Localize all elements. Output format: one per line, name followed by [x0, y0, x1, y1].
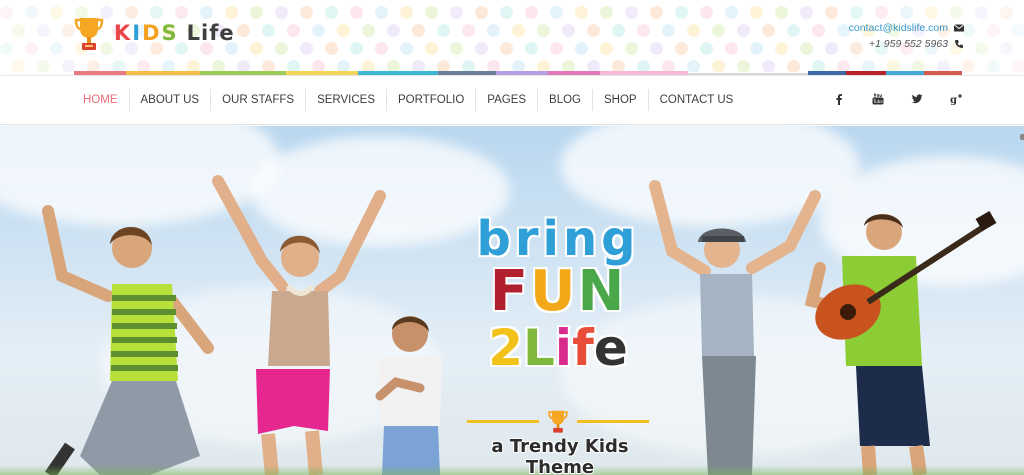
youtube-link[interactable]: Tube: [872, 93, 884, 105]
main-menu: HOME ABOUT US OUR STAFFS SERVICES PORTFOLIO P…: [72, 89, 744, 111]
kid-girl-striped: [42, 205, 214, 475]
hero-subtitle: a Trendy Kids Theme: [491, 436, 629, 475]
contact-email-link[interactable]: contact@kidslife.com: [849, 20, 948, 36]
svg-text:Tube: Tube: [872, 99, 883, 104]
tagline-letter: f: [572, 319, 594, 377]
trophy-icon: [74, 18, 104, 50]
nav-item-services[interactable]: SERVICES: [306, 89, 388, 111]
hero-tagline: bring FUN 2Life: [458, 214, 658, 376]
contact-info: contact@kidslife.com +1 959 552 5963: [849, 20, 964, 52]
trophy-icon: [548, 410, 568, 433]
nav-item-shop[interactable]: SHOP: [593, 89, 649, 111]
logo-kids: KIDS: [114, 21, 179, 45]
site-logo[interactable]: KIDS Life: [74, 14, 235, 52]
divider-line-left: [467, 420, 539, 423]
logo-letter: I: [132, 21, 143, 45]
nav-item-blog[interactable]: BLOG: [538, 89, 594, 111]
twitter-link[interactable]: [911, 93, 923, 105]
facebook-link[interactable]: [833, 93, 845, 105]
hero-slider: bring FUN 2Life a Trendy Kids Theme: [0, 126, 1024, 475]
twitter-icon: [911, 94, 923, 104]
tagline-divider: [467, 410, 649, 433]
slider-scroll-handle[interactable]: [1020, 134, 1024, 140]
tagline-letter: i: [554, 319, 573, 377]
nav-item-our-staffs[interactable]: OUR STAFFS: [211, 89, 307, 111]
nav-item-home[interactable]: HOME: [72, 89, 130, 111]
facebook-icon: [836, 94, 842, 105]
social-links: Tube g: [833, 93, 962, 105]
contact-phone: +1 959 552 5963: [868, 38, 948, 50]
kid-boy-white-shirt: [375, 316, 442, 475]
youtube-icon: Tube: [872, 93, 884, 105]
tagline-line-2: FUN: [458, 264, 658, 320]
main-nav: HOME ABOUT US OUR STAFFS SERVICES PORTFOLIO P…: [0, 75, 1024, 125]
phone-icon: [955, 40, 963, 48]
tagline-letter: U: [529, 259, 578, 324]
nav-item-pages[interactable]: PAGES: [476, 89, 539, 111]
google-plus-icon: g: [950, 94, 962, 105]
site-header: KIDS Life contact@kidslife.com +1 959 55…: [0, 0, 1024, 72]
kid-boy-hat: [649, 180, 821, 475]
tagline-letter: e: [593, 319, 628, 377]
logo-letter: D: [142, 21, 162, 45]
envelope-icon: [954, 24, 964, 32]
nav-item-about-us[interactable]: ABOUT US: [130, 89, 212, 111]
kid-boy-guitar: [804, 210, 997, 475]
divider-line-right: [577, 420, 649, 423]
google-plus-link[interactable]: g: [950, 93, 962, 105]
tagline-letter: F: [489, 259, 530, 324]
kid-girl-pink-shorts: [212, 175, 386, 475]
tagline-line-1: bring: [458, 214, 658, 264]
tagline-letter: N: [577, 259, 627, 324]
nav-item-portfolio[interactable]: PORTFOLIO: [387, 89, 477, 111]
logo-life: Life: [186, 21, 235, 45]
tagline-letter: 2: [488, 319, 524, 377]
svg-text:g: g: [950, 95, 957, 105]
nav-item-contact-us[interactable]: CONTACT US: [649, 89, 745, 111]
logo-wordmark: KIDS Life: [114, 21, 235, 45]
logo-letter: K: [114, 21, 133, 45]
tagline-line-3: 2Life: [458, 320, 658, 376]
logo-letter: S: [161, 21, 179, 45]
tagline-letter: L: [523, 319, 555, 377]
